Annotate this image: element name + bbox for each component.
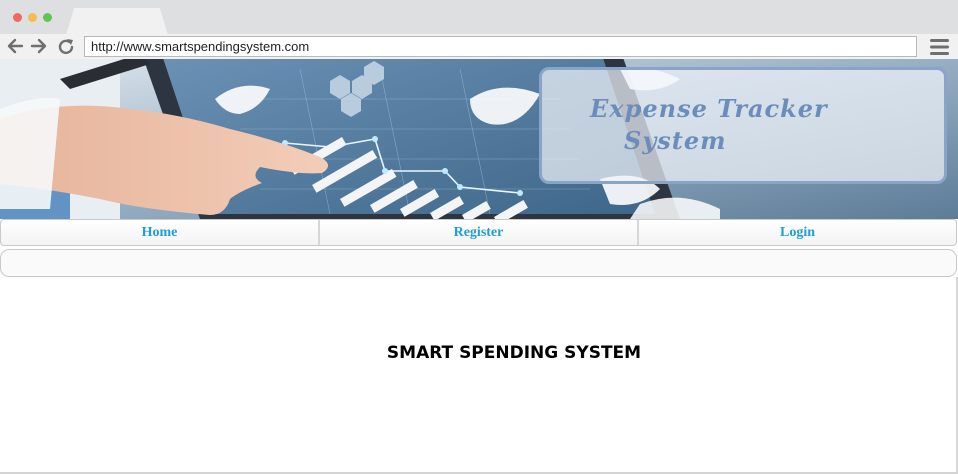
reload-icon[interactable] — [56, 37, 76, 57]
banner-title-line1: Expense Tracker — [590, 94, 828, 123]
nav-login-link[interactable]: Login — [639, 220, 956, 245]
browser-tab[interactable] — [66, 8, 168, 35]
main-nav: Home Register Login — [0, 219, 957, 246]
maximize-window-dot[interactable] — [43, 13, 52, 22]
minimize-window-dot[interactable] — [28, 13, 37, 22]
banner-title-line2: System — [624, 126, 727, 155]
close-window-dot[interactable] — [13, 13, 22, 22]
hamburger-menu-icon[interactable] — [930, 38, 950, 56]
browser-tab-strip — [0, 0, 958, 35]
back-arrow-icon[interactable] — [6, 37, 24, 55]
address-bar[interactable]: http://www.smartspendingsystem.com — [84, 36, 917, 57]
nav-register-link[interactable]: Register — [320, 220, 639, 245]
banner-title-box: Expense Tracker System — [539, 67, 947, 184]
page-title: SMART SPENDING SYSTEM — [386, 343, 642, 363]
sub-nav-bar — [0, 249, 957, 277]
forward-arrow-icon[interactable] — [30, 37, 48, 55]
nav-home-link[interactable]: Home — [1, 220, 320, 245]
